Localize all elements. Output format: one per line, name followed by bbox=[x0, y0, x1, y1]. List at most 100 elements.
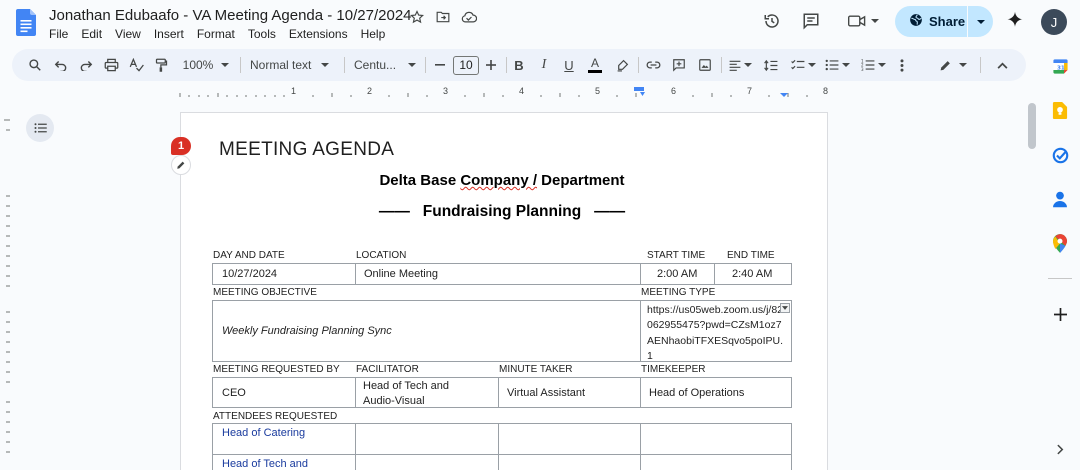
insert-image-icon[interactable] bbox=[696, 53, 714, 77]
keep-icon[interactable] bbox=[1050, 100, 1070, 120]
increase-font-size-icon[interactable] bbox=[483, 53, 499, 77]
comments-icon[interactable] bbox=[796, 6, 826, 36]
attendee-cell[interactable] bbox=[355, 423, 499, 455]
agenda-heading: MEETING AGENDA bbox=[219, 139, 395, 160]
paint-format-icon[interactable] bbox=[152, 53, 170, 77]
attendee-cell[interactable] bbox=[355, 454, 499, 470]
top-bar: Jonathan Edubaafo - VA Meeting Agenda - … bbox=[0, 0, 1080, 46]
more-options-icon[interactable] bbox=[894, 53, 910, 77]
attendee-cell[interactable] bbox=[640, 423, 792, 455]
globe-icon bbox=[909, 13, 923, 30]
print-icon[interactable] bbox=[102, 53, 120, 77]
share-button[interactable]: Share bbox=[895, 6, 993, 37]
highlight-color-icon[interactable] bbox=[613, 53, 631, 77]
hide-side-panel-chevron-icon[interactable] bbox=[1050, 439, 1070, 459]
paragraph-style-value: Normal text bbox=[250, 58, 312, 72]
formatting-toolbar: 100% Normal text Centu... 10 B I U A 1 2… bbox=[12, 49, 1026, 81]
menu-view[interactable]: View bbox=[115, 27, 141, 41]
paragraph-style-select[interactable]: Normal text bbox=[250, 53, 334, 77]
share-dropdown-icon[interactable] bbox=[968, 6, 993, 37]
label-location: LOCATION bbox=[356, 250, 407, 261]
version-history-icon[interactable] bbox=[757, 6, 787, 36]
ruler-number: 8 bbox=[823, 86, 829, 96]
menu-bar: File Edit View Insert Format Tools Exten… bbox=[49, 27, 398, 41]
vertical-scrollbar[interactable] bbox=[1028, 103, 1036, 149]
align-icon[interactable] bbox=[726, 53, 754, 77]
ruler-number: 5 bbox=[595, 86, 601, 96]
numbered-list-icon[interactable]: 123 bbox=[858, 53, 888, 77]
gemini-sparkle-icon[interactable] bbox=[1006, 11, 1024, 34]
label-attendees-requested: ATTENDEES REQUESTED bbox=[213, 411, 338, 422]
font-family-select[interactable]: Centu... bbox=[354, 53, 417, 77]
underline-icon[interactable]: U bbox=[561, 53, 577, 77]
vertical-ruler[interactable] bbox=[0, 102, 12, 470]
star-icon[interactable] bbox=[408, 8, 426, 26]
menu-help[interactable]: Help bbox=[361, 27, 386, 41]
location-value: Online Meeting bbox=[364, 268, 438, 280]
editing-mode-icon[interactable] bbox=[934, 53, 972, 77]
redo-icon[interactable] bbox=[77, 53, 95, 77]
minute-taker-value: Virtual Assistant bbox=[507, 387, 586, 399]
attendee-cell[interactable] bbox=[498, 423, 641, 455]
ruler-number: 6 bbox=[671, 86, 677, 96]
label-day-and-date: DAY AND DATE bbox=[213, 250, 285, 261]
zoom-value: 100% bbox=[182, 58, 214, 72]
label-end-time: END TIME bbox=[727, 250, 775, 261]
move-folder-icon[interactable] bbox=[434, 8, 452, 26]
horizontal-ruler[interactable]: 1 2 3 4 5 6 7 8 bbox=[178, 86, 830, 98]
document-title[interactable]: Jonathan Edubaafo - VA Meeting Agenda - … bbox=[49, 7, 412, 24]
menu-tools[interactable]: Tools bbox=[248, 27, 276, 41]
document-outline-button[interactable] bbox=[26, 114, 54, 142]
menu-insert[interactable]: Insert bbox=[154, 27, 184, 41]
meeting-topic: —— Fundraising Planning —— bbox=[378, 203, 626, 220]
comment-count-badge[interactable]: 1 bbox=[171, 137, 191, 155]
date-value: 10/27/2024 bbox=[222, 268, 278, 280]
contacts-icon[interactable] bbox=[1050, 189, 1070, 209]
cloud-saved-icon[interactable] bbox=[460, 8, 478, 26]
spelling-check-icon[interactable] bbox=[127, 53, 145, 77]
end-time-value: 2:40 AM bbox=[732, 268, 773, 280]
ruler-number: 2 bbox=[367, 86, 373, 96]
start-time-value: 2:00 AM bbox=[657, 268, 698, 280]
bulleted-list-icon[interactable] bbox=[822, 53, 852, 77]
user-avatar[interactable]: J bbox=[1041, 9, 1067, 35]
chip-dropdown-icon[interactable] bbox=[780, 303, 790, 313]
menu-extensions[interactable]: Extensions bbox=[289, 27, 348, 41]
zoom-select[interactable]: 100% bbox=[180, 53, 232, 77]
tasks-icon[interactable] bbox=[1050, 145, 1070, 165]
get-add-ons-plus-icon[interactable] bbox=[1050, 304, 1070, 324]
ruler-number: 3 bbox=[443, 86, 449, 96]
meeting-type-link[interactable]: https://us05web.zoom.us/j/82062955475?pw… bbox=[647, 303, 787, 364]
facilitator-value-line2: Audio-Visual bbox=[363, 395, 425, 407]
bold-icon[interactable]: B bbox=[511, 53, 527, 77]
font-size-input[interactable]: 10 bbox=[452, 53, 480, 77]
menu-format[interactable]: Format bbox=[197, 27, 235, 41]
collapse-toolbar-icon[interactable] bbox=[994, 53, 1010, 77]
checklist-icon[interactable] bbox=[788, 53, 818, 77]
text-color-icon[interactable]: A bbox=[586, 53, 604, 77]
add-comment-icon[interactable] bbox=[670, 53, 688, 77]
line-spacing-icon[interactable] bbox=[762, 53, 780, 77]
attendee-cell[interactable] bbox=[640, 454, 792, 470]
font-size-value: 10 bbox=[453, 55, 479, 75]
svg-text:31: 31 bbox=[1056, 65, 1064, 71]
attendee-name: Head of Catering bbox=[222, 427, 306, 439]
attendee-cell[interactable] bbox=[498, 454, 641, 470]
calendar-icon[interactable]: 31 bbox=[1050, 56, 1070, 76]
docs-logo-icon[interactable] bbox=[16, 9, 36, 36]
italic-icon[interactable]: I bbox=[536, 53, 552, 77]
menu-edit[interactable]: Edit bbox=[81, 27, 102, 41]
attendee-name: Head of Tech and bbox=[222, 458, 309, 470]
label-start-time: START TIME bbox=[647, 250, 706, 261]
decrease-font-size-icon[interactable] bbox=[432, 53, 448, 77]
label-facilitator: FACILITATOR bbox=[356, 364, 419, 375]
insert-link-icon[interactable] bbox=[644, 53, 662, 77]
share-label: Share bbox=[929, 14, 966, 29]
meet-call-icon[interactable] bbox=[843, 6, 883, 36]
svg-text:3: 3 bbox=[861, 67, 864, 71]
requested-by-value: CEO bbox=[222, 387, 246, 399]
maps-icon[interactable] bbox=[1050, 233, 1070, 253]
search-menus-icon[interactable] bbox=[26, 53, 44, 77]
menu-file[interactable]: File bbox=[49, 27, 68, 41]
undo-icon[interactable] bbox=[52, 53, 70, 77]
